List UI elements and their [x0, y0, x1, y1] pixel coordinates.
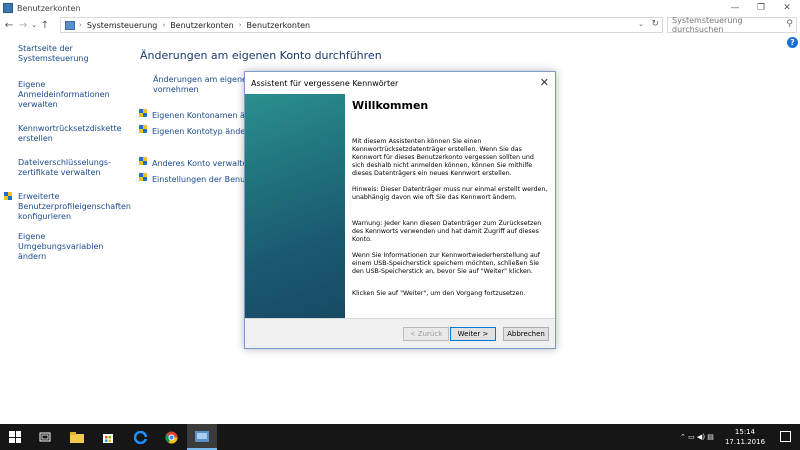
sidebar-item-profile-properties[interactable]: Erweiterte Benutzerprofileigenschaften k…	[4, 192, 131, 222]
taskbar-chrome[interactable]	[156, 424, 186, 450]
dialog-close-icon[interactable]: ✕	[540, 76, 549, 89]
breadcrumb-benutzerkonten[interactable]: Benutzerkonten	[170, 21, 234, 30]
task-view-icon	[39, 432, 51, 442]
address-dropdown-icon[interactable]: ⌄	[638, 20, 644, 28]
sidebar-item-credentials[interactable]: Eigene Anmeldeinformationen verwalten	[18, 80, 128, 110]
taskbar-explorer[interactable]	[62, 424, 92, 450]
taskbar-control-panel[interactable]	[187, 424, 217, 450]
history-chevron-icon[interactable]: ⌄	[30, 18, 38, 32]
sidebar-item-label: Erweiterte Benutzerprofileigenschaften k…	[18, 192, 132, 221]
edge-icon	[133, 430, 147, 444]
taskbar-clock[interactable]: 15:14 17.11.2016	[724, 427, 766, 447]
next-button[interactable]: Weiter >	[450, 327, 496, 341]
back-arrow-icon[interactable]: ←	[2, 18, 16, 32]
forward-arrow-icon[interactable]: →	[16, 18, 30, 32]
search-placeholder: Systemsteuerung durchsuchen	[672, 16, 743, 34]
uac-shield-icon	[4, 192, 13, 202]
dialog-footer: < Zurück Weiter > Abbrechen	[245, 318, 555, 348]
dialog-paragraph-hint: Hinweis: Dieser Datenträger muss nur ein…	[352, 186, 548, 202]
sidebar-item-home[interactable]: Startseite der Systemsteuerung	[18, 44, 138, 64]
breadcrumb-separator: ›	[79, 21, 82, 29]
link-account-changes-cont[interactable]: vornehmen	[153, 85, 199, 95]
link-change-account-type[interactable]: Eigenen Kontotyp ändern	[139, 125, 253, 137]
clock-time: 15:14	[734, 428, 756, 436]
windows-logo-icon	[9, 431, 21, 443]
system-tray-icons[interactable]: ⌃ ▭ ◀) ▤	[680, 424, 714, 450]
task-view-button[interactable]	[30, 424, 60, 450]
page-title: Änderungen am eigenen Konto durchführen	[140, 49, 382, 62]
uac-shield-icon	[139, 157, 148, 167]
start-button[interactable]	[0, 424, 30, 450]
dialog-paragraph-intro: Mit diesem Assistenten können Sie einen …	[352, 138, 534, 178]
search-icon[interactable]: ⚲	[786, 19, 793, 29]
taskbar-edge[interactable]	[125, 424, 155, 450]
dialog-paragraph-usb: Wenn Sie Informationen zur Kennwortwiede…	[352, 252, 541, 276]
back-button[interactable]: < Zurück	[403, 327, 449, 341]
help-icon[interactable]: ?	[787, 37, 798, 48]
dialog-paragraph-continue: Klicken Sie auf "Weiter", um den Vorgang…	[352, 290, 526, 297]
wizard-banner-image	[245, 94, 345, 318]
sidebar-item-reset-disk[interactable]: Kennwortrücksetzdiskette erstellen	[18, 124, 122, 144]
navigation-bar: ← → ⌄ ↑ › Systemsteuerung › Benutzerkont…	[0, 16, 800, 34]
taskbar-store[interactable]	[93, 424, 123, 450]
minimize-button[interactable]: —	[722, 0, 748, 16]
cancel-button[interactable]: Abbrechen	[503, 327, 549, 341]
address-bar[interactable]: › Systemsteuerung › Benutzerkonten › Ben…	[60, 17, 663, 33]
link-manage-other-account[interactable]: Anderes Konto verwalten	[139, 157, 252, 169]
action-center-icon[interactable]	[780, 431, 791, 442]
control-panel-icon	[65, 20, 75, 30]
control-panel-icon	[3, 3, 13, 13]
breadcrumb-systemsteuerung[interactable]: Systemsteuerung	[87, 21, 158, 30]
window-controls: — ❐ ✕	[722, 0, 800, 16]
chrome-icon	[164, 431, 177, 444]
breadcrumb-separator: ›	[238, 21, 242, 29]
refresh-icon[interactable]: ↻	[651, 19, 659, 29]
dialog-heading: Willkommen	[352, 99, 429, 112]
maximize-button[interactable]: ❐	[748, 0, 774, 16]
taskbar: ⌃ ▭ ◀) ▤ 15:14 17.11.2016	[0, 424, 800, 450]
up-arrow-icon[interactable]: ↑	[38, 18, 52, 32]
window-titlebar: Benutzerkonten — ❐ ✕	[0, 0, 800, 16]
sidebar-item-environment-variables[interactable]: Eigene Umgebungsvariablen ändern	[18, 232, 123, 262]
breadcrumb-benutzerkonten-current[interactable]: Benutzerkonten	[247, 21, 311, 30]
sidebar-item-certificates[interactable]: Dateiverschlüsselungs-zertifikate verwal…	[18, 158, 111, 178]
dialog-content: Willkommen Mit diesem Assistenten können…	[352, 94, 550, 297]
dialog-paragraph-warning: Warnung: Jeder kann diesen Datenträger z…	[352, 220, 542, 244]
dialog-body: Willkommen Mit diesem Assistenten können…	[245, 94, 555, 318]
clock-date: 17.11.2016	[724, 438, 766, 446]
breadcrumb-separator: ›	[162, 21, 166, 29]
uac-shield-icon	[139, 109, 148, 119]
uac-shield-icon	[139, 125, 148, 135]
uac-shield-icon	[139, 173, 148, 183]
dialog-titlebar: Assistent für vergessene Kennwörter ✕	[245, 72, 555, 94]
sidebar: Startseite der Systemsteuerung Eigene An…	[4, 44, 138, 276]
forgotten-password-wizard: Assistent für vergessene Kennwörter ✕ Wi…	[244, 71, 556, 349]
window-title: Benutzerkonten	[17, 3, 81, 13]
store-icon	[103, 434, 113, 443]
search-input[interactable]: Systemsteuerung durchsuchen ⚲	[667, 16, 797, 34]
file-explorer-icon	[70, 431, 84, 443]
control-panel-icon	[195, 430, 209, 442]
dialog-title: Assistent für vergessene Kennwörter	[251, 78, 399, 88]
close-button[interactable]: ✕	[774, 0, 800, 16]
